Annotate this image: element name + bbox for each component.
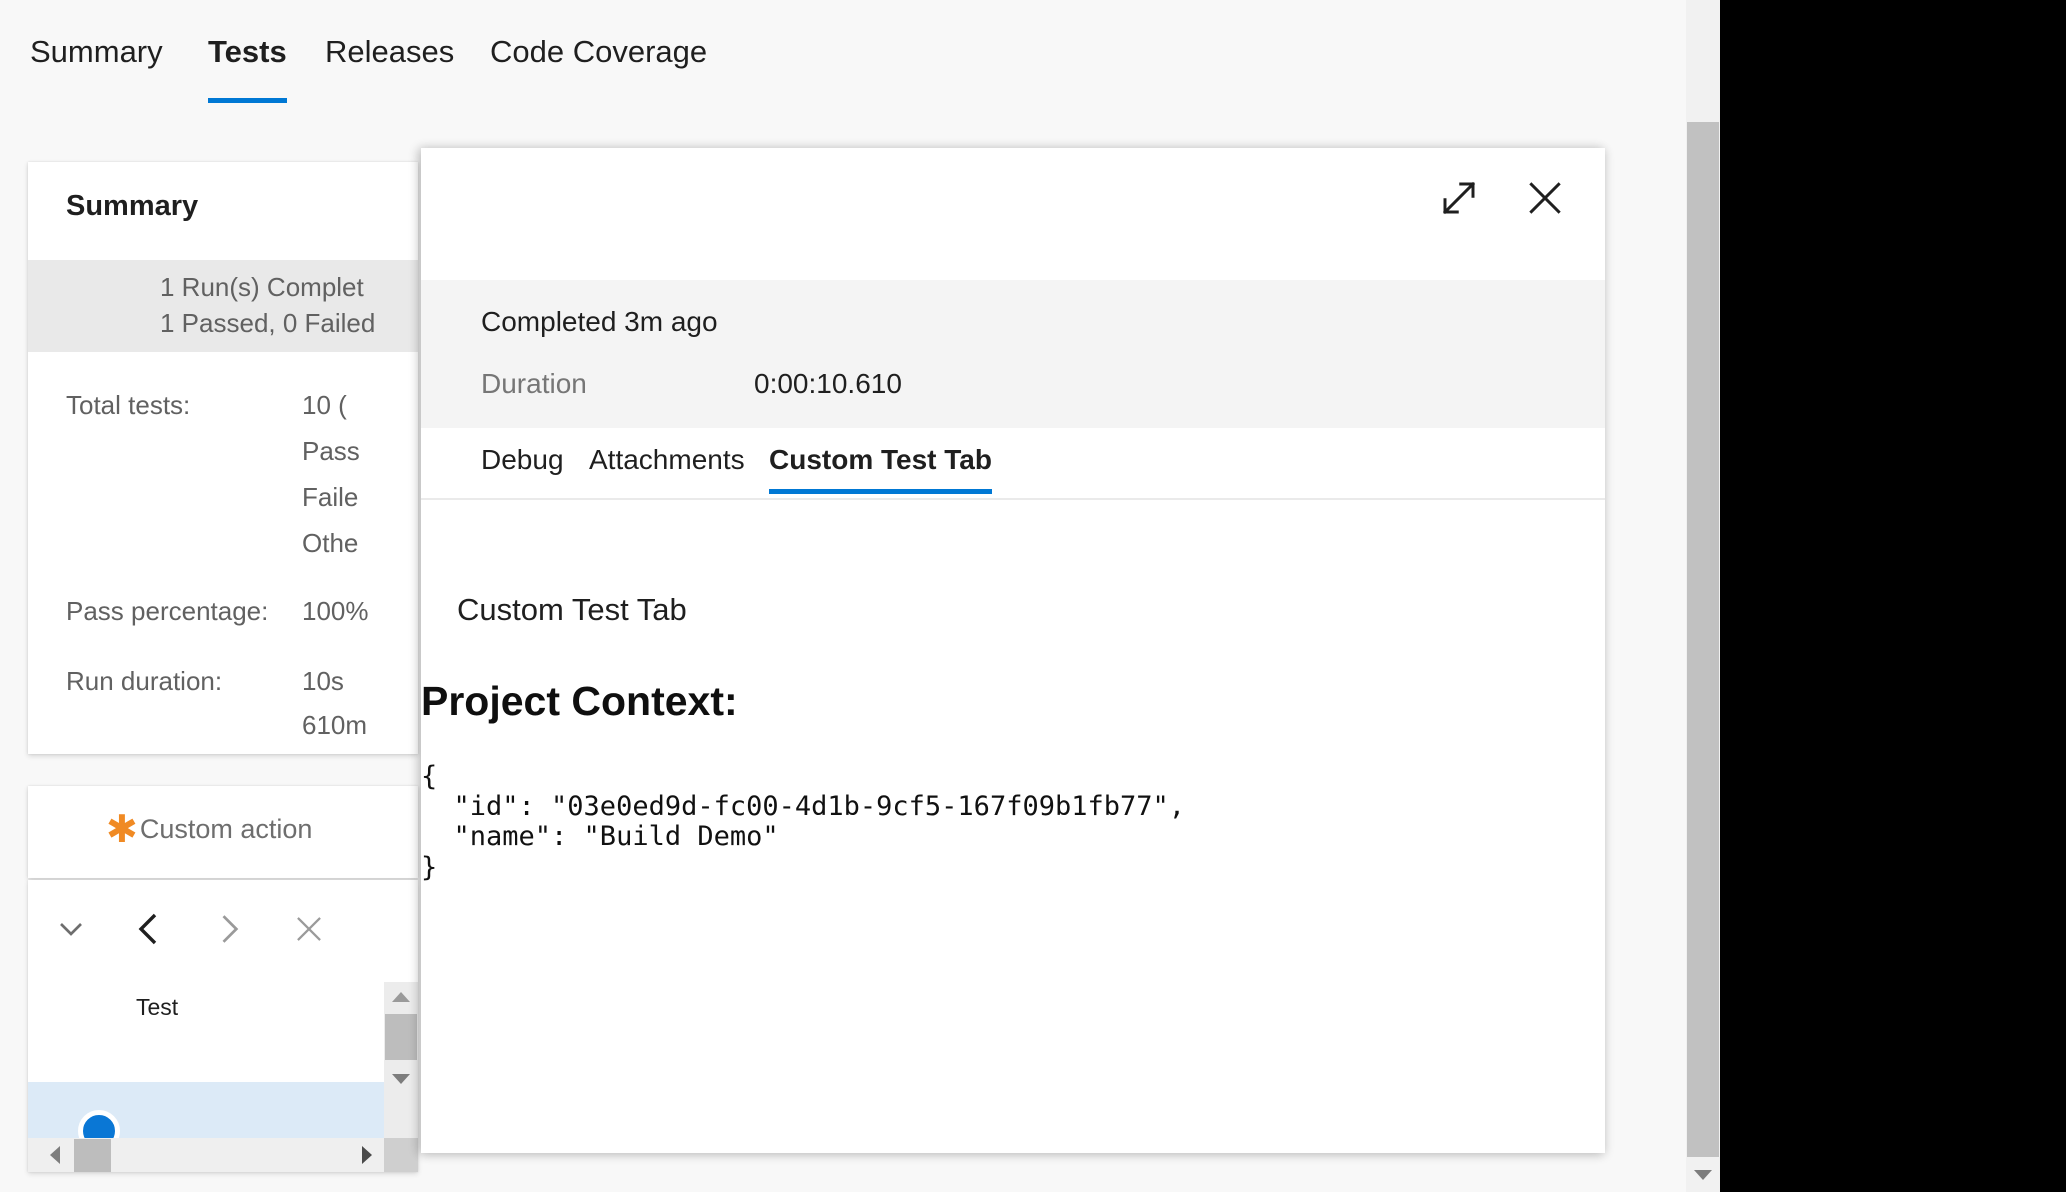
detail-panel-meta: Completed 3m ago Duration 0:00:10.610	[421, 280, 1605, 428]
duration-value: 0:00:10.610	[754, 368, 902, 399]
completed-status: Completed 3m ago	[481, 306, 718, 337]
custom-action-label: Custom action	[139, 814, 313, 844]
test-list-card: Test	[28, 880, 418, 1172]
panel-tab-debug-label: Debug	[481, 444, 564, 475]
custom-action-button[interactable]: ✱ Custom action	[28, 786, 418, 878]
page-scroll-thumb[interactable]	[1687, 122, 1719, 1157]
summary-value-failed: Faile	[302, 482, 359, 512]
chevron-left-icon[interactable]	[116, 896, 182, 962]
sidebar-vertical-scroll-thumb[interactable]	[385, 1014, 417, 1060]
detail-panel-header	[421, 148, 1605, 280]
tab-summary[interactable]: Summary	[30, 34, 163, 70]
scroll-left-icon[interactable]	[38, 1138, 72, 1172]
tab-tests-active-underline	[208, 98, 287, 103]
panel-tab-active-underline	[769, 489, 992, 494]
top-nav: Summary Tests Releases Code Coverage	[0, 0, 1686, 124]
test-list-selected-row[interactable]	[28, 1082, 406, 1152]
test-detail-panel: Completed 3m ago Duration 0:00:10.610 De…	[421, 148, 1605, 1153]
scroll-up-icon[interactable]	[384, 982, 418, 1012]
close-icon[interactable]	[1517, 170, 1573, 226]
panel-tab-attachments-label: Attachments	[589, 444, 745, 475]
summary-value-total-tests: 10 (	[302, 390, 347, 420]
sidebar-horizontal-scrollbar[interactable]	[28, 1138, 384, 1172]
summary-status-band: 1 Run(s) Complet 1 Passed, 0 Failed	[28, 260, 418, 352]
scrollbar-corner	[384, 1138, 418, 1172]
asterisk-icon: ✱	[106, 808, 138, 851]
summary-status-runs: 1 Run(s) Complet	[160, 272, 364, 302]
test-list-column-test: Test	[136, 994, 179, 1020]
tab-tests[interactable]: Tests	[208, 34, 287, 103]
test-list-toolbar	[28, 880, 418, 980]
scroll-right-icon[interactable]	[350, 1138, 384, 1172]
custom-tab-heading: Project Context:	[421, 678, 738, 724]
page-scrollbar[interactable]	[1686, 0, 1720, 1192]
panel-tab-custom-test-tab[interactable]: Custom Test Tab	[769, 444, 992, 494]
summary-label-run-duration: Run duration:	[66, 666, 223, 696]
page-viewport: Summary Tests Releases Code Coverage Sum…	[0, 0, 1686, 1192]
summary-label-total-tests: Total tests:	[66, 390, 191, 420]
expand-diagonal-icon[interactable]	[1431, 170, 1487, 226]
custom-tab-subtitle: Custom Test Tab	[457, 592, 687, 627]
panel-tab-custom-test-tab-label: Custom Test Tab	[769, 444, 992, 475]
chevron-right-icon[interactable]	[196, 896, 262, 962]
panel-tab-debug[interactable]: Debug	[481, 444, 564, 476]
desktop-background	[1720, 0, 2066, 1192]
screen-root: Summary Tests Releases Code Coverage Sum…	[0, 0, 2066, 1192]
duration-label: Duration	[481, 368, 587, 399]
summary-status-passfail: 1 Passed, 0 Failed	[160, 308, 376, 338]
tab-releases-label: Releases	[325, 34, 455, 69]
tab-releases[interactable]: Releases	[325, 34, 454, 70]
detail-panel-tabs: Debug Attachments Custom Test Tab	[421, 428, 1605, 500]
summary-card: Summary 1 Run(s) Complet 1 Passed, 0 Fai…	[28, 162, 418, 754]
sidebar-horizontal-scroll-thumb[interactable]	[74, 1139, 111, 1172]
summary-value-run-duration: 10s	[302, 666, 344, 696]
tab-code-coverage[interactable]: Code Coverage	[490, 34, 707, 70]
page-scroll-down-icon[interactable]	[1686, 1158, 1720, 1192]
close-icon[interactable]	[276, 896, 342, 962]
test-list-header-row: Test	[28, 980, 418, 1044]
tab-summary-label: Summary	[30, 34, 163, 69]
project-context-code-block: { "id": "03e0ed9d-fc00-4d1b-9cf5-167f09b…	[421, 761, 1186, 883]
chevron-down-icon[interactable]	[38, 896, 104, 962]
panel-tab-attachments[interactable]: Attachments	[589, 444, 745, 476]
summary-value-others: Othe	[302, 528, 359, 558]
summary-label-pass-percentage: Pass percentage:	[66, 596, 269, 626]
custom-action-inner: ✱ Custom action	[106, 808, 313, 851]
tab-tests-label: Tests	[208, 34, 287, 69]
scroll-down-icon[interactable]	[384, 1064, 418, 1094]
detail-panel-body: Custom Test Tab Project Context: { "id":…	[421, 500, 1605, 1153]
summary-value-run-duration-ms: 610m	[302, 710, 368, 740]
summary-card-title: Summary	[66, 190, 199, 222]
tab-code-coverage-label: Code Coverage	[490, 34, 708, 69]
summary-value-passed: Pass	[302, 436, 360, 466]
summary-value-pass-percentage: 100%	[302, 596, 369, 626]
